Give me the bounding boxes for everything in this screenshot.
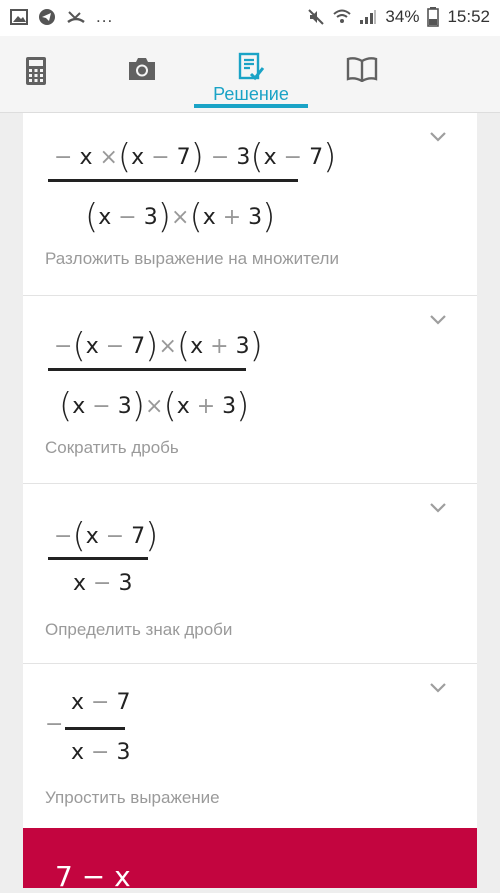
tab-book[interactable] — [326, 36, 398, 112]
step-3-caption: Определить знак дроби — [45, 620, 233, 639]
calculator-icon — [26, 57, 46, 85]
step-1-denominator: (x − 3)×(x + 3) — [85, 197, 276, 237]
fraction-bar — [48, 368, 246, 371]
step-card-2[interactable]: −(x − 7)×(x + 3) (x − 3)×(x + 3) Сократи… — [23, 296, 477, 484]
tab-solution[interactable]: Решение — [194, 36, 308, 112]
missed-call-icon — [67, 11, 85, 24]
status-left: ... — [10, 7, 113, 27]
step-3-denominator: x − 3 — [73, 571, 133, 596]
tab-camera[interactable] — [106, 36, 178, 112]
step-4-numerator: x − 7 — [71, 690, 131, 715]
signal-icon — [360, 10, 377, 24]
step-card-1[interactable]: − x ×(x − 7) − 3(x − 7) (x − 3)×(x + 3) … — [23, 113, 477, 296]
gallery-icon — [10, 9, 28, 25]
active-tab-indicator — [194, 104, 308, 108]
top-toolbar: Решение — [0, 36, 500, 113]
step-2-caption: Сократить дробь — [45, 438, 179, 457]
step-1-numerator: − x ×(x − 7) − 3(x − 7) — [54, 137, 337, 177]
solution-icon — [238, 52, 265, 80]
step-4-sign: − — [45, 712, 64, 737]
more-notifications: ... — [96, 7, 114, 26]
battery-icon — [427, 7, 440, 27]
chevron-down-icon[interactable] — [429, 502, 447, 514]
fraction-bar — [65, 727, 125, 730]
step-4-caption: Упростить выражение — [45, 788, 220, 807]
step-3-numerator: −(x − 7) — [54, 516, 159, 556]
chevron-down-icon[interactable] — [429, 682, 447, 694]
tab-calculator[interactable] — [0, 36, 72, 112]
step-2-denominator: (x − 3)×(x + 3) — [59, 386, 250, 426]
status-right: 34% 15:52 — [307, 7, 490, 27]
step-card-3[interactable]: −(x − 7) x − 3 Определить знак дроби — [23, 484, 477, 664]
battery-percent: 34% — [385, 7, 420, 26]
mute-icon — [308, 9, 325, 25]
fraction-bar — [48, 557, 148, 560]
fraction-bar — [48, 179, 298, 182]
step-2-numerator: −(x − 7)×(x + 3) — [54, 326, 263, 366]
status-bar: ... 34% 15:52 — [0, 0, 500, 36]
book-icon — [346, 57, 378, 82]
telegram-icon — [39, 9, 55, 25]
chevron-down-icon[interactable] — [429, 131, 447, 143]
chevron-down-icon[interactable] — [429, 314, 447, 326]
step-1-caption: Разложить выражение на множители — [45, 249, 339, 268]
clock: 15:52 — [447, 7, 490, 26]
result-text: 7 − x — [55, 860, 131, 893]
tab-solution-label: Решение — [213, 83, 289, 104]
camera-icon — [129, 58, 155, 80]
wifi-icon — [333, 9, 352, 23]
step-card-4[interactable]: − x − 7 x − 3 Упростить выражение — [23, 664, 477, 829]
result-panel[interactable]: 7 − x — [23, 828, 477, 893]
step-4-denominator: x − 3 — [71, 740, 131, 765]
